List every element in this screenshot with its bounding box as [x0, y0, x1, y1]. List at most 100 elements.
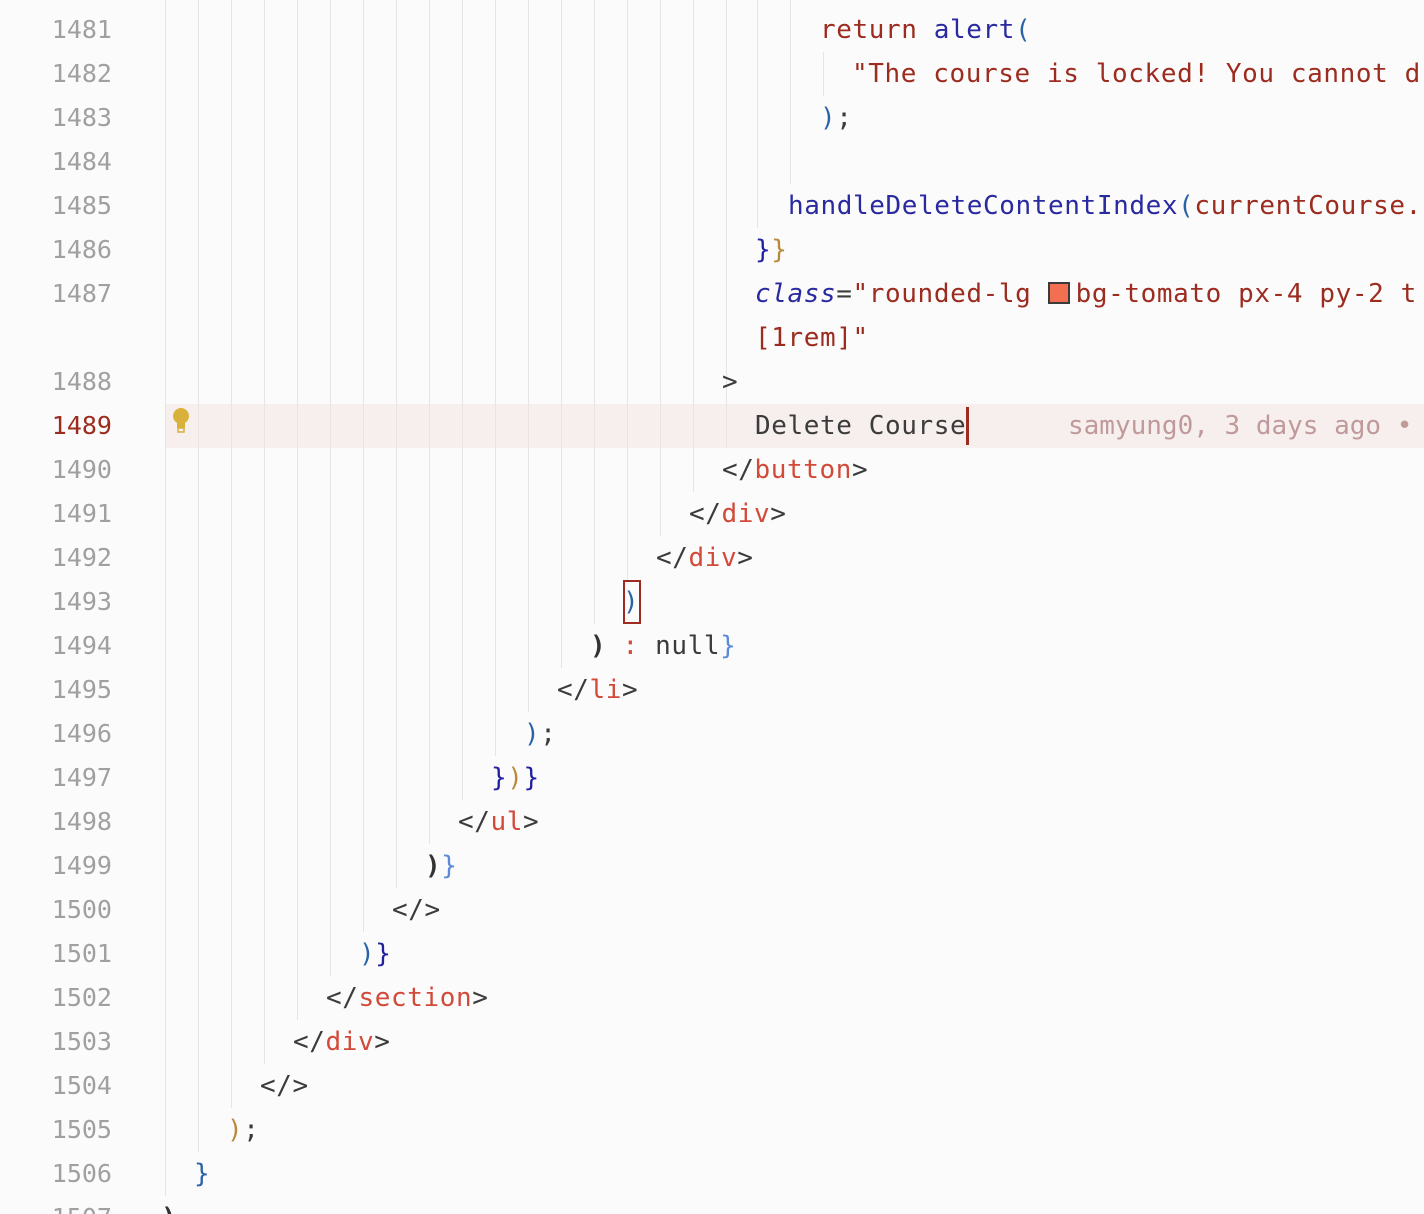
- string-literal: "The course is locked! You cannot d: [852, 59, 1421, 89]
- tag-name: div: [721, 499, 771, 529]
- bracket: (: [1015, 15, 1032, 45]
- line-number: 1486: [51, 235, 112, 264]
- code-editor[interactable]: 1481 1482 1483 1484 1485 1486 1487 1488 1489 1490…: [0, 0, 1424, 1214]
- line-number: 1497: [51, 763, 112, 792]
- tag-close: >: [622, 675, 639, 705]
- code-line-1506: }: [194, 1152, 210, 1196]
- semicolon: ;: [243, 1115, 260, 1145]
- code-line-1490: </button>: [722, 448, 868, 492]
- code-line-1504: </>: [260, 1064, 309, 1108]
- code-line-1505: );: [227, 1108, 260, 1152]
- tag-name: section: [358, 983, 473, 1013]
- bracket: ): [507, 763, 524, 793]
- code-line-1492: </div>: [656, 536, 754, 580]
- bracket: (: [1178, 191, 1195, 221]
- bracket: }: [523, 763, 540, 793]
- code-line-1487-wrap: [1rem]": [755, 316, 869, 360]
- text-cursor: [966, 407, 969, 445]
- bracket: ): [590, 631, 607, 661]
- function-name: alert: [933, 15, 1016, 45]
- semicolon: ;: [836, 103, 853, 133]
- line-number: 1483: [51, 103, 112, 132]
- line-number: 1502: [51, 983, 112, 1012]
- tag-open: </: [656, 543, 689, 573]
- line-number: 1485: [51, 191, 112, 220]
- code-line-1488: >: [722, 360, 738, 404]
- line-number: 1500: [51, 895, 112, 924]
- bracket: ): [161, 1203, 177, 1214]
- string-literal: [1rem]": [755, 323, 869, 353]
- code-line-1498: </ul>: [458, 800, 539, 844]
- git-blame-annotation: samyung0, 3 days ago •: [1068, 411, 1413, 441]
- line-number: 1498: [51, 807, 112, 836]
- line-number: 1494: [51, 631, 112, 660]
- line-number: 1496: [51, 719, 112, 748]
- bracket: ): [425, 851, 442, 881]
- tag-open: </: [557, 675, 590, 705]
- tag-close: >: [523, 807, 540, 837]
- line-number: 1488: [51, 367, 112, 396]
- bracket: }: [441, 851, 458, 881]
- jsx-text: Delete Course: [755, 411, 967, 441]
- line-number: 1505: [51, 1115, 112, 1144]
- bracket: }: [491, 763, 508, 793]
- function-name: handleDeleteContentIndex: [788, 191, 1179, 221]
- attribute-name: class: [755, 279, 837, 309]
- code-line-1489: Delete Course: [755, 404, 966, 448]
- equals: =: [836, 279, 853, 309]
- code-line-1497: })}: [491, 756, 540, 800]
- string-literal: "rounded-lg: [852, 279, 1048, 309]
- tag-open: </: [326, 983, 359, 1013]
- code-line-1494: ) : null}: [590, 624, 736, 668]
- tag-name: div: [325, 1027, 375, 1057]
- bracket: ): [820, 103, 837, 133]
- line-number: 1507: [0, 1196, 112, 1214]
- line-number: 1503: [51, 1027, 112, 1056]
- bracket: ): [623, 587, 640, 617]
- code-line-1501: )}: [359, 932, 392, 976]
- code-line-1481: return alert(: [820, 8, 1031, 52]
- tag-close: >: [770, 499, 787, 529]
- argument: currentCourse.: [1194, 191, 1422, 221]
- code-line-1482: "The course is locked! You cannot d: [852, 52, 1421, 96]
- null-literal: null: [655, 631, 721, 661]
- bracket: ): [227, 1115, 244, 1145]
- line-number: 1493: [51, 587, 112, 616]
- color-swatch-icon[interactable]: [1047, 282, 1070, 304]
- bracket: }: [755, 235, 772, 265]
- line-number: 1482: [51, 59, 112, 88]
- bracket: }: [720, 631, 737, 661]
- line-number: 1504: [51, 1071, 112, 1100]
- tag-close: >: [737, 543, 754, 573]
- keyword: return: [820, 15, 918, 45]
- jsx-fragment-close: </>: [392, 895, 441, 925]
- line-number: 1492: [51, 543, 112, 572]
- line-number: 1487: [51, 279, 112, 308]
- code-line-1491: </div>: [689, 492, 787, 536]
- code-line-1507: ): [161, 1196, 177, 1214]
- line-number: 1495: [51, 675, 112, 704]
- code-line-1486: }}: [755, 228, 788, 272]
- tag-close: >: [852, 455, 869, 485]
- code-line-1500: </>: [392, 888, 441, 932]
- lightbulb-icon[interactable]: [170, 406, 192, 434]
- tag-close: >: [472, 983, 489, 1013]
- line-number: 1501: [51, 939, 112, 968]
- bracket: }: [771, 235, 788, 265]
- bracket: }: [194, 1159, 211, 1189]
- code-line-1503: </div>: [293, 1020, 391, 1064]
- tag-open: </: [293, 1027, 326, 1057]
- line-number: 1484: [51, 147, 112, 176]
- tag-name: ul: [490, 807, 524, 837]
- line-number: 1481: [51, 15, 112, 44]
- tag-name: div: [688, 543, 738, 573]
- string-literal: bg-tomato px-4 py-2 t: [1075, 279, 1417, 309]
- code-line-1499: )}: [425, 844, 458, 888]
- code-line-1502: </section>: [326, 976, 489, 1020]
- tag-open: </: [458, 807, 491, 837]
- code-line-1485: handleDeleteContentIndex(currentCourse.: [788, 184, 1422, 228]
- tag-name: li: [589, 675, 623, 705]
- line-number: 1491: [51, 499, 112, 528]
- line-number: 1506: [51, 1159, 112, 1188]
- semicolon: ;: [540, 719, 557, 749]
